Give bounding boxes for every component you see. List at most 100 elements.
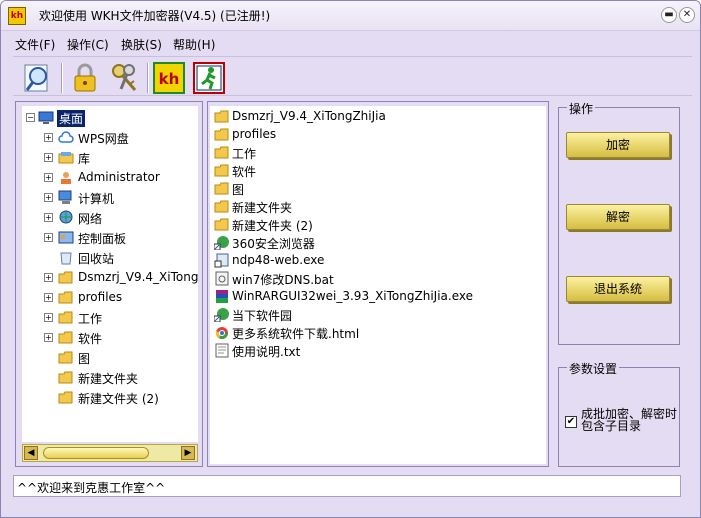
tree-item-label[interactable]: 控制面板 [78,230,126,247]
file-list-item-label[interactable]: 使用说明.txt [232,343,300,360]
file-list-item[interactable]: profiles [214,126,544,144]
file-list-item[interactable]: 新建文件夹 [214,198,544,216]
file-list-item[interactable]: 360安全浏览器 [213,234,544,252]
expand-icon[interactable]: + [44,153,53,162]
tree-item[interactable]: + 网络 [22,208,198,228]
tree-item-label[interactable]: 新建文件夹 [78,370,138,387]
folder-tree[interactable]: − 桌面 + WPS网盘 + 库 + Administrator + 计算机 + 网络 + 控制面板回… [22,106,198,442]
tree-item-label[interactable]: 库 [78,150,90,167]
operations-title: 操作 [567,100,596,117]
file-list-item[interactable]: Dsmzrj_V9.4_XiTongZhiJia [214,108,544,126]
file-list-panel: Dsmzrj_V9.4_XiTongZhiJia profiles 工作 软件图新建文… [207,101,549,467]
tree-item[interactable]: + 库 [22,148,198,168]
tree-item-label[interactable]: 回收站 [78,250,114,267]
expand-icon[interactable]: + [44,213,53,222]
lock-icon[interactable] [69,62,101,94]
expand-icon[interactable]: + [44,233,53,242]
file-list-item[interactable]: ndp48-web.exe [214,252,544,270]
exit-system-button[interactable]: 退出系统 [566,276,670,302]
expand-icon[interactable]: + [44,313,53,322]
title-bar[interactable]: kh 欢迎使用 WKH文件加密器(V4.5) (已注册!) ▬ ✕ [1,1,700,31]
file-list-item-label[interactable]: 软件 [232,163,256,180]
file-list-item[interactable]: 图 [214,180,544,198]
tree-item-label[interactable]: WPS网盘 [78,130,129,147]
file-list-item-label[interactable]: 图 [232,181,244,198]
tree-item-label[interactable]: 计算机 [78,190,114,207]
expand-icon[interactable]: + [44,193,53,202]
file-list-item-label[interactable]: 更多系统软件下载.html [232,325,359,342]
menu-bar: 文件(F) 操作(C) 换肤(S) 帮助(H) [9,34,692,54]
tree-item[interactable]: + 控制面板 [22,228,198,248]
file-list-item[interactable]: 工作 [214,144,544,162]
scroll-thumb[interactable] [43,447,149,459]
folder-icon [214,145,230,160]
menu-operation[interactable]: 操作(C) [67,36,109,53]
tree-item-label[interactable]: 网络 [78,210,102,227]
file-list-item[interactable]: 使用说明.txt [214,342,544,360]
tree-item-label[interactable]: profiles [78,290,122,304]
collapse-icon[interactable]: − [26,113,35,122]
file-list-item-label[interactable]: ndp48-web.exe [232,253,324,267]
search-icon[interactable] [23,62,55,94]
tree-item[interactable]: 图 [22,348,198,368]
file-list-item[interactable]: 当下软件园 [213,306,544,324]
expand-icon[interactable]: + [44,173,53,182]
file-list-item[interactable]: 软件 [214,162,544,180]
expand-icon[interactable]: + [44,133,53,142]
tree-item[interactable]: + 工作 [22,308,198,328]
include-subdirs-checkbox[interactable]: ✔ [565,416,577,428]
file-list-item-label[interactable]: 新建文件夹 (2) [232,217,313,234]
tree-item[interactable]: 新建文件夹 [22,368,198,388]
tree-item-label[interactable]: 软件 [78,330,102,347]
tree-item[interactable]: 新建文件夹 (2) [22,388,198,408]
file-list-item-label[interactable]: 当下软件园 [232,307,292,324]
tree-item[interactable]: + WPS网盘 [22,128,198,148]
expand-icon[interactable]: + [44,273,53,282]
encrypt-button[interactable]: 加密 [566,132,670,158]
exit-run-icon[interactable] [193,62,225,94]
file-list[interactable]: Dsmzrj_V9.4_XiTongZhiJia profiles 工作 软件图新建文… [210,106,546,464]
tree-item[interactable]: + Dsmzrj_V9.4_XiTong [22,268,198,288]
file-list-item-label[interactable]: profiles [232,127,276,141]
expand-icon[interactable]: + [44,293,53,302]
kh-logo-icon[interactable]: kh [153,62,185,94]
file-list-item[interactable]: win7修改DNS.bat [214,270,544,288]
minimize-button[interactable]: ▬ [661,7,677,23]
app-icon: kh [8,7,26,25]
file-list-item-label[interactable]: win7修改DNS.bat [232,271,334,288]
tree-item[interactable]: + profiles [22,288,198,308]
file-list-item-label[interactable]: WinRARGUI32wei_3.93_XiTongZhiJia.exe [232,289,473,303]
tree-item-label[interactable]: 工作 [78,310,102,327]
close-button[interactable]: ✕ [679,7,695,23]
menu-help[interactable]: 帮助(H) [173,36,215,53]
parameters-title: 参数设置 [567,360,620,377]
desktop-icon [38,110,54,125]
expand-icon[interactable]: + [44,333,53,342]
tree-item-label[interactable]: Administrator [78,170,160,184]
file-list-item[interactable]: 更多系统软件下载.html [214,324,544,342]
keys-icon[interactable] [109,62,141,94]
file-list-item-label[interactable]: 360安全浏览器 [232,235,315,252]
include-subdirs-label[interactable]: 成批加密、解密时包含子目录 [581,408,677,432]
file-list-item[interactable]: WinRARGUI32wei_3.93_XiTongZhiJia.exe [214,288,544,306]
tree-item[interactable]: + Administrator [22,168,198,188]
tree-item[interactable]: + 软件 [22,328,198,348]
decrypt-button[interactable]: 解密 [566,204,670,230]
tree-item[interactable]: + 计算机 [22,188,198,208]
file-list-item-label[interactable]: 新建文件夹 [232,199,292,216]
tree-item-label[interactable]: Dsmzrj_V9.4_XiTong [78,270,198,284]
tree-item[interactable]: 回收站 [22,248,198,268]
winrar-icon [214,289,230,304]
scroll-right-arrow[interactable]: ▶ [181,446,195,460]
file-list-item[interactable]: 新建文件夹 (2) [214,216,544,234]
tree-root-label[interactable]: 桌面 [57,110,86,127]
tree-item-label[interactable]: 图 [78,350,90,367]
file-list-item-label[interactable]: Dsmzrj_V9.4_XiTongZhiJia [232,109,386,123]
file-list-item-label[interactable]: 工作 [232,145,256,162]
tree-horizontal-scrollbar[interactable]: ◀ ▶ [22,444,198,462]
menu-skin[interactable]: 换肤(S) [121,36,162,53]
scroll-left-arrow[interactable]: ◀ [24,446,38,460]
menu-file[interactable]: 文件(F) [15,36,55,53]
tree-root[interactable]: − 桌面 [22,108,198,128]
tree-item-label[interactable]: 新建文件夹 (2) [78,390,159,407]
